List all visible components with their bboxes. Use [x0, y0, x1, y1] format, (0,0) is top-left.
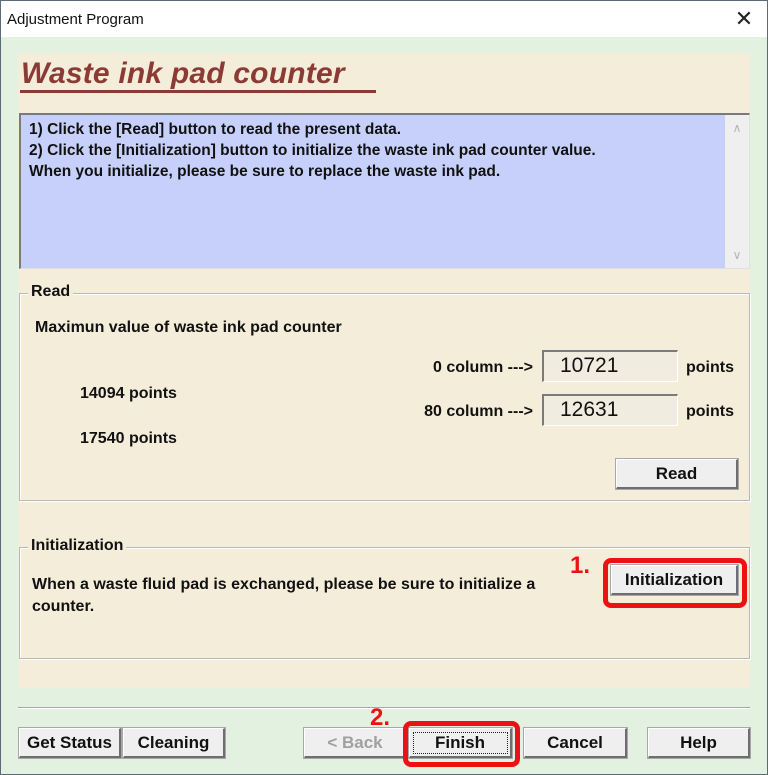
title-underline — [20, 90, 376, 93]
initialization-group-label: Initialization — [28, 537, 127, 555]
initialization-button[interactable]: Initialization — [611, 565, 738, 595]
instruction-line: When you initialize, please be sure to r… — [29, 163, 501, 180]
max-value-label: Maximun value of waste ink pad counter — [35, 319, 342, 336]
vertical-scrollbar[interactable]: ∧ ∨ — [725, 115, 749, 268]
column-80-value-field: 12631 — [542, 394, 678, 426]
column-80-label: 80 column ---> — [424, 403, 533, 420]
finish-button[interactable]: Finish — [409, 728, 512, 758]
column-0-label: 0 column ---> — [432, 359, 533, 376]
annotation-step-1: 1. — [570, 552, 591, 579]
instruction-line: 1) Click the [Read] button to read the p… — [29, 121, 402, 138]
column-0-value-field: 10721 — [542, 350, 678, 382]
column-80-unit: points — [686, 403, 734, 420]
title-bar: Adjustment Program ✕ — [1, 1, 767, 37]
cancel-button[interactable]: Cancel — [524, 728, 627, 758]
instruction-line: 2) Click the [Initialization] button to … — [29, 142, 596, 159]
initialization-text: When a waste fluid pad is exchanged, ple… — [32, 576, 536, 615]
read-group-label: Read — [28, 283, 74, 301]
max-value-1: 17540 points — [80, 430, 177, 447]
cleaning-button[interactable]: Cleaning — [123, 728, 225, 758]
column-0-unit: points — [686, 359, 734, 376]
window-title: Adjustment Program — [7, 10, 144, 28]
page-title: Waste ink pad counter — [21, 57, 345, 90]
instructions-text: 1) Click the [Read] button to read the p… — [29, 119, 719, 182]
max-value-0: 14094 points — [80, 385, 177, 402]
initialization-group: Initialization When a waste fluid pad is… — [19, 537, 750, 659]
scroll-up-icon[interactable]: ∧ — [725, 117, 749, 139]
back-button[interactable]: < Back — [304, 728, 407, 758]
get-status-button[interactable]: Get Status — [19, 728, 121, 758]
instructions-box[interactable]: 1) Click the [Read] button to read the p… — [19, 113, 750, 269]
read-group: Read Maximun value of waste ink pad coun… — [19, 283, 750, 501]
close-icon[interactable]: ✕ — [727, 3, 761, 35]
read-button[interactable]: Read — [616, 459, 738, 489]
scroll-down-icon[interactable]: ∨ — [725, 244, 749, 266]
adjustment-program-window: Adjustment Program ✕ Waste ink pad count… — [0, 0, 768, 775]
content-panel: Waste ink pad counter 1) Click the [Read… — [18, 53, 750, 688]
annotation-step-2: 2. — [370, 704, 391, 731]
help-button[interactable]: Help — [648, 728, 750, 758]
